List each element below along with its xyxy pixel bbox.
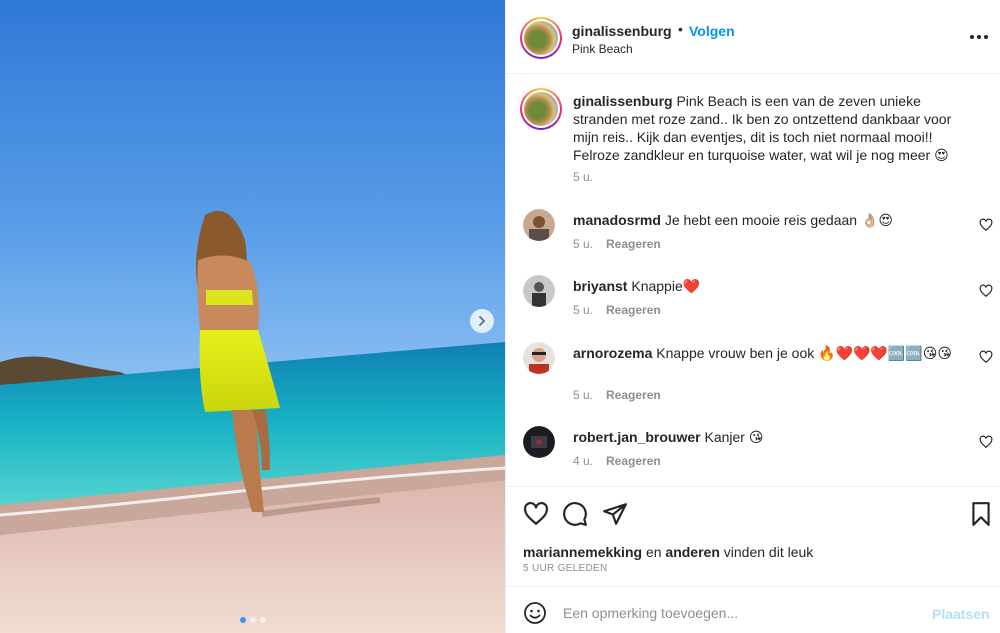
reply-button[interactable]: Reageren — [606, 237, 661, 251]
commenter-username[interactable]: arnorozema — [573, 345, 652, 361]
beach-photo-image — [0, 0, 505, 633]
heart-icon[interactable] — [979, 284, 993, 298]
comment-bubble-icon[interactable] — [562, 501, 588, 527]
comment-text-block: arnorozema Knappe vrouw ben je ook 🔥❤️❤️… — [573, 344, 953, 362]
next-slide-button[interactable] — [470, 309, 494, 333]
liked-by-others-link[interactable]: anderen — [665, 544, 719, 560]
author-avatar[interactable] — [520, 17, 562, 59]
caption-timestamp[interactable]: 5 u. — [573, 170, 593, 184]
reply-button[interactable]: Reageren — [606, 454, 661, 468]
like-heart-icon[interactable] — [523, 501, 549, 527]
post-photo[interactable] — [0, 0, 505, 633]
post-comment-button[interactable]: Plaatsen — [932, 606, 990, 622]
comment-timestamp[interactable]: 5 u. — [573, 303, 593, 317]
likes-summary: mariannemekking en anderen vinden dit le… — [523, 544, 813, 560]
comment-text: Je hebt een mooie reis gedaan 👌🏼😍 — [664, 212, 893, 228]
likes-suffix: vinden dit leuk — [723, 544, 814, 560]
commenter-avatar[interactable] — [523, 209, 555, 241]
separator-dot: • — [678, 21, 683, 37]
commenter-avatar[interactable] — [523, 275, 555, 307]
add-comment-bar: Plaatsen — [506, 586, 1000, 633]
comment-item: arnorozema Knappe vrouw ben je ook 🔥❤️❤️… — [506, 342, 1000, 412]
post-timestamp[interactable]: 5 UUR GELEDEN — [523, 563, 607, 574]
follow-button[interactable]: Volgen — [689, 23, 735, 39]
emoji-icon[interactable] — [523, 601, 547, 625]
comment-text-block: robert.jan_brouwer Kanjer 😘 — [573, 428, 953, 446]
more-options-icon[interactable] — [968, 28, 990, 46]
commenter-avatar[interactable] — [523, 342, 555, 374]
comment-text-block: briyanst Knappie❤️ — [573, 277, 953, 295]
commenter-username[interactable]: manadosrmd — [573, 212, 661, 228]
chevron-right-icon — [479, 316, 486, 326]
reply-button[interactable]: Reageren — [606, 388, 661, 402]
post-location[interactable]: Pink Beach — [572, 42, 633, 56]
author-username[interactable]: ginalissenburg — [572, 23, 672, 39]
comment-text: Knappe vrouw ben je ook 🔥❤️❤️❤️🆒🆒😘😘 — [656, 345, 952, 361]
commenter-username[interactable]: briyanst — [573, 278, 627, 294]
comment-text-block: manadosrmd Je hebt een mooie reis gedaan… — [573, 211, 953, 229]
bookmark-icon[interactable] — [968, 501, 994, 527]
commenter-avatar[interactable] — [523, 426, 555, 458]
carousel-dot — [249, 617, 256, 623]
heart-icon[interactable] — [979, 218, 993, 232]
caption-text-block: ginalissenburg Pink Beach is een van de … — [573, 92, 978, 164]
carousel-indicator — [0, 617, 505, 623]
comment-timestamp[interactable]: 4 u. — [573, 454, 593, 468]
carousel-dot — [259, 617, 266, 623]
comment-input[interactable] — [563, 601, 913, 625]
heart-icon[interactable] — [979, 350, 993, 364]
heart-icon[interactable] — [979, 435, 993, 449]
comment-timestamp[interactable]: 5 u. — [573, 388, 593, 402]
commenter-username[interactable]: robert.jan_brouwer — [573, 429, 701, 445]
post-details-panel: ginalissenburg • Volgen Pink Beach ginal… — [505, 0, 1000, 633]
caption-author-avatar[interactable] — [520, 88, 562, 130]
comment-item: briyanst Knappie❤️ 5 u. Reageren — [506, 275, 1000, 345]
likes-connector: en — [645, 544, 662, 560]
comment-text: Kanjer 😘 — [704, 429, 764, 445]
comment-item: manadosrmd Je hebt een mooie reis gedaan… — [506, 209, 1000, 279]
liked-by-username[interactable]: mariannemekking — [523, 544, 642, 560]
share-paper-plane-icon[interactable] — [602, 501, 628, 527]
caption-username[interactable]: ginalissenburg — [573, 93, 673, 109]
comment-text: Knappie❤️ — [631, 278, 701, 294]
comment-timestamp[interactable]: 5 u. — [573, 237, 593, 251]
post-actions: mariannemekking en anderen vinden dit le… — [506, 486, 1000, 586]
carousel-dot — [239, 617, 246, 623]
reply-button[interactable]: Reageren — [606, 303, 661, 317]
post-header: ginalissenburg • Volgen Pink Beach — [506, 0, 1000, 74]
